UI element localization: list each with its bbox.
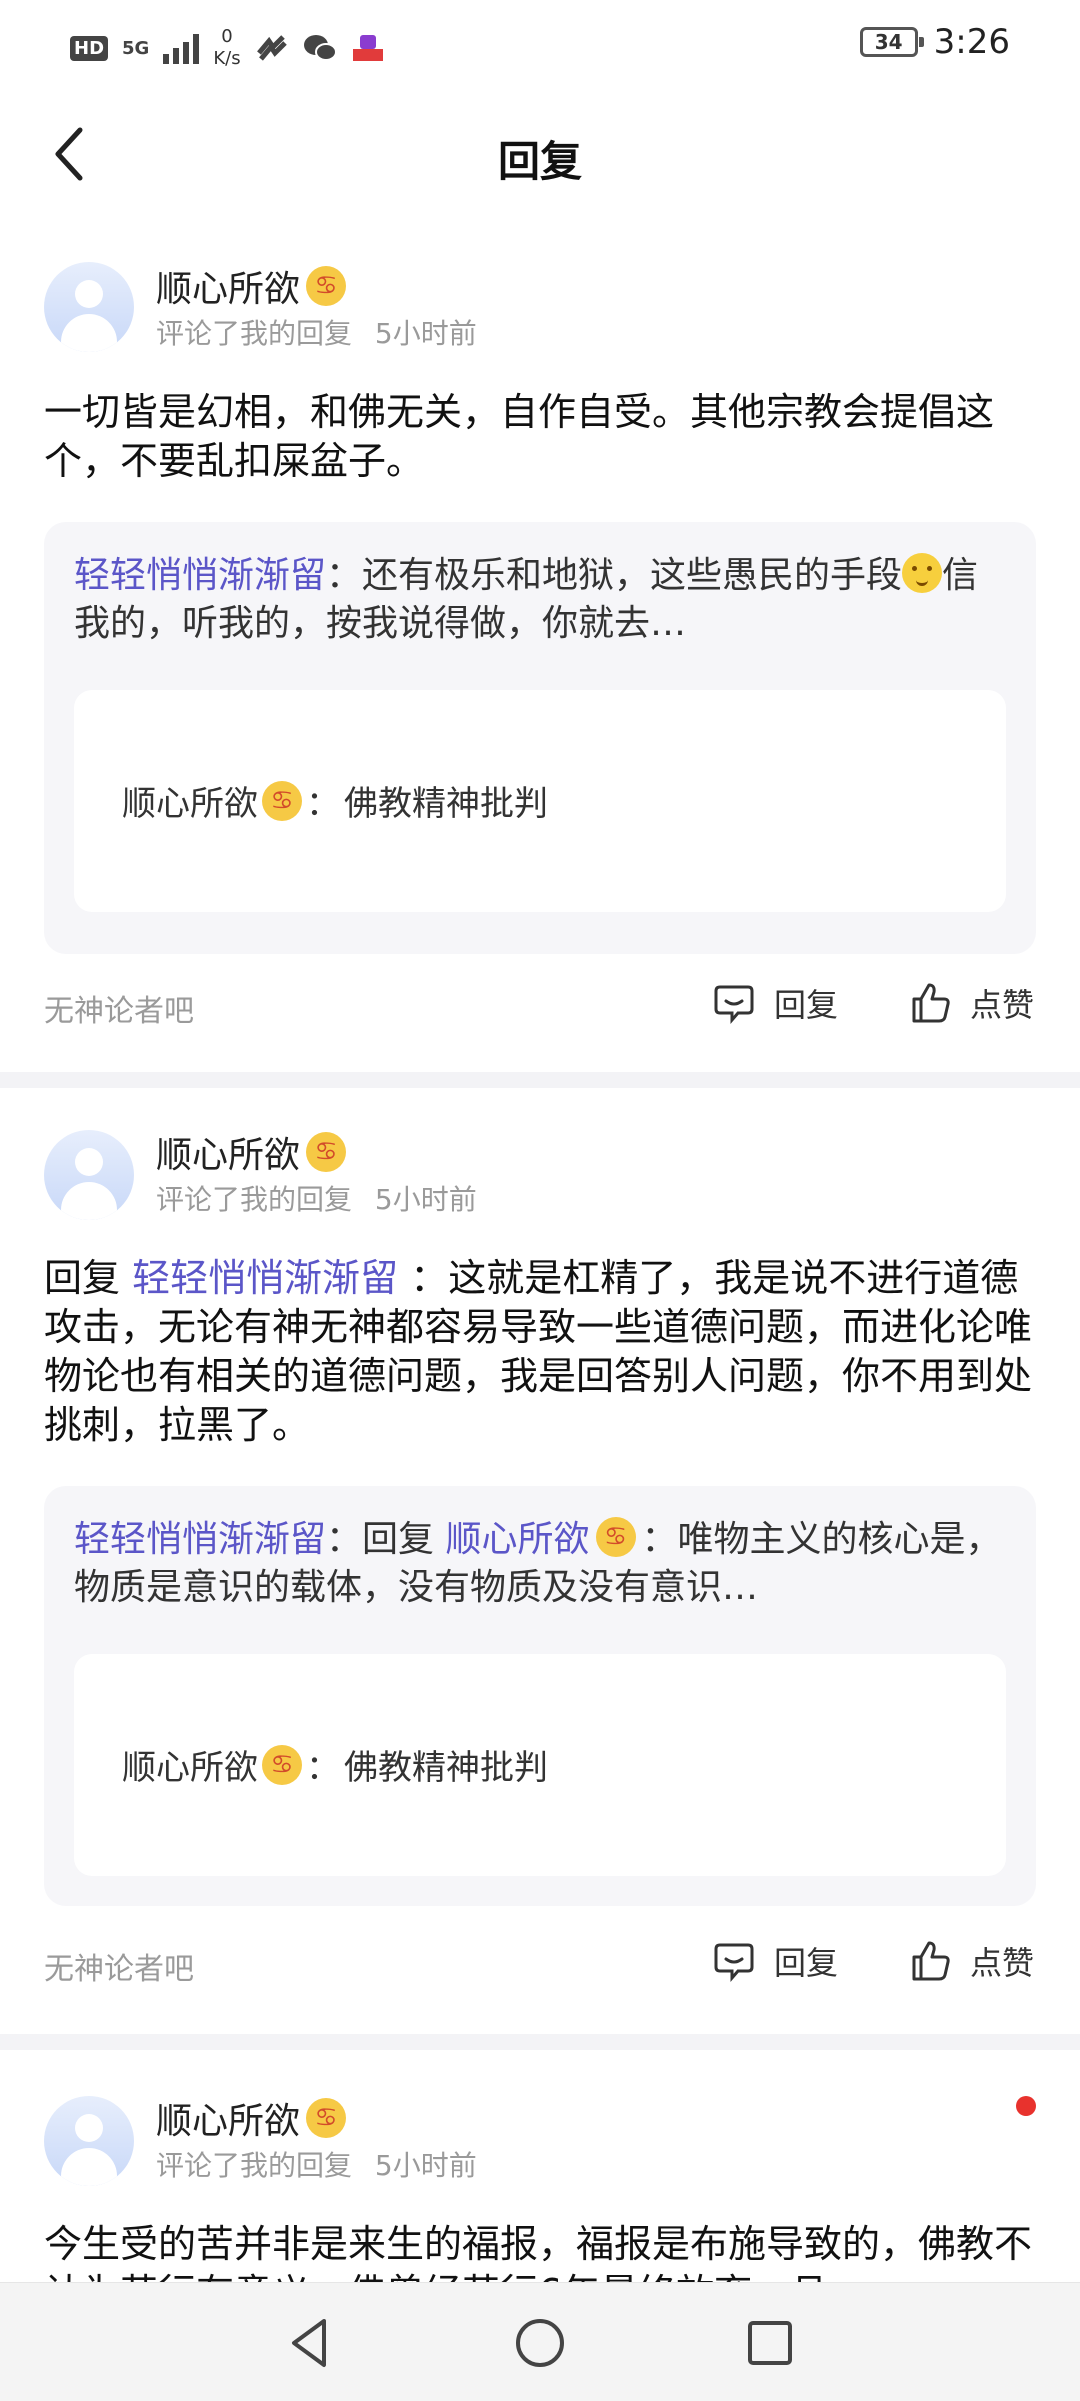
signal-icon [163,32,200,64]
page-title: 回复 [497,137,582,186]
quote-reply-prefix: 回复 [362,1519,435,1560]
network-speed: 0 K/s [213,26,240,70]
username-text: 顺心所欲 [156,2101,301,2142]
like-button[interactable]: 点赞 [908,980,1034,1026]
original-author: 顺心所欲 [122,1748,258,1788]
original-title: 佛教精神批判 [344,1748,548,1788]
original-separator: ： [306,1748,340,1788]
username[interactable]: 顺心所欲 [156,2092,347,2144]
original-title: 佛教精神批判 [344,784,548,824]
original-post[interactable]: 顺心所欲 ：佛教精神批判 [74,690,1006,912]
original-post-text: 顺心所欲 ：佛教精神批判 [122,1740,548,1789]
reply-meta: 评论了我的回复 5小时前 [156,312,477,352]
thumbs-up-icon [912,983,950,1023]
status-right: 34 3:26 [859,22,1010,62]
original-separator: ： [306,784,340,824]
original-post[interactable]: 顺心所欲 ：佛教精神批判 [74,1654,1006,1876]
reply-button[interactable]: 回复 [712,980,838,1026]
comment-icon [714,1943,754,1983]
network-label: 5G [122,37,150,59]
username[interactable]: 顺心所欲 [156,260,347,312]
back-triangle-icon[interactable] [280,2313,340,2373]
reply-content[interactable]: 今生受的苦并非是来生的福报，福报是布施导致的，佛教不认为苦行有意义，佛曾经苦行6… [44,2220,1034,2282]
avatar[interactable] [44,262,134,352]
battery-icon: 34 [859,27,924,57]
quote-separator: ： [326,555,363,596]
action-text: 评论了我的回复 [156,317,353,350]
like-button[interactable]: 点赞 [908,1938,1034,1984]
original-author: 顺心所欲 [122,784,258,824]
avatar[interactable] [44,2096,134,2186]
reply-button[interactable]: 回复 [712,1938,838,1984]
reply-prefix: 回复 [44,1256,121,1300]
cancer-zodiac-icon [306,2098,347,2138]
thumbs-up-icon [912,1941,950,1981]
avatar[interactable] [44,1130,134,1220]
quote-text: 轻轻悄悄渐渐留：还有极乐和地狱，这些愚民的手段 信我的，听我的，按我说得做，你就去… [74,552,1004,648]
quote-author-link[interactable]: 轻轻悄悄渐渐留 [74,555,326,596]
app-notification-icon [256,35,287,61]
reply-content[interactable]: 一切皆是幻相，和佛无关，自作自受。其他宗教会提倡这个，不要乱扣屎盆子。 [44,388,1034,486]
thinking-emoji-icon [902,553,943,593]
reply-card-2[interactable]: 顺心所欲 评论了我的回复 5小时前 回复 轻轻悄悄渐渐留 ：这就是杠精了，我是说… [0,1088,1080,2034]
cancer-zodiac-icon [595,1517,636,1557]
reply-meta: 评论了我的回复 5小时前 [156,1178,477,1218]
status-left: HD 5G 0 K/s [70,26,385,70]
like-label: 点赞 [970,1944,1035,1982]
forum-name[interactable]: 无神论者吧 [44,1944,194,1988]
top-bar: 回复 [0,96,1080,212]
quote-text-part-1: 还有极乐和地狱，这些愚民的手段 [362,555,903,596]
reply-label: 回复 [774,986,839,1024]
reply-label: 回复 [774,1944,839,1982]
username-text: 顺心所欲 [156,269,301,310]
app-icon [352,35,383,61]
unread-dot [1016,2096,1036,2116]
cancer-zodiac-icon [306,266,347,306]
hd-badge: HD [70,35,109,61]
reply-card-3[interactable]: 顺心所欲 评论了我的回复 5小时前 今生受的苦并非是来生的福报，福报是布施导致的… [0,2050,1080,2282]
original-post-text: 顺心所欲 ：佛教精神批判 [122,776,548,825]
home-circle-icon[interactable] [510,2313,570,2373]
speed-unit: K/s [213,48,241,69]
timestamp: 5小时前 [374,1183,477,1216]
action-text: 评论了我的回复 [156,1183,353,1216]
quote-reply-target-link[interactable]: 顺心所欲 [446,1519,590,1560]
system-nav-bar [0,2282,1080,2401]
quote-author-link[interactable]: 轻轻悄悄渐渐留 [74,1519,326,1560]
username-text: 顺心所欲 [156,1135,301,1176]
reply-meta: 评论了我的回复 5小时前 [156,2144,477,2184]
status-bar: HD 5G 0 K/s 34 3:26 [0,0,1080,96]
reply-content[interactable]: 回复 轻轻悄悄渐渐留 ：这就是杠精了，我是说不进行道德攻击，无论有神无神都容易导… [44,1254,1034,1450]
action-text: 评论了我的回复 [156,2149,353,2182]
comment-icon [714,985,754,1025]
timestamp: 5小时前 [374,317,477,350]
card-divider [0,2034,1080,2050]
quote-text: 轻轻悄悄渐渐留：回复 顺心所欲：唯物主义的核心是，物质是意识的载体，没有物质及没… [74,1516,1004,1612]
cancer-zodiac-icon [306,1132,347,1172]
forum-name[interactable]: 无神论者吧 [44,986,194,1030]
recents-square-icon[interactable] [740,2313,800,2373]
quote-separator: ： [326,1519,363,1560]
quoted-reply[interactable]: 轻轻悄悄渐渐留：回复 顺心所欲：唯物主义的核心是，物质是意识的载体，没有物质及没… [44,1486,1036,1906]
username[interactable]: 顺心所欲 [156,1126,347,1178]
reply-card-1[interactable]: 顺心所欲 评论了我的回复 5小时前 一切皆是幻相，和佛无关，自作自受。其他宗教会… [0,212,1080,1072]
reply-target-link[interactable]: 轻轻悄悄渐渐留 [132,1256,398,1300]
cancer-zodiac-icon [262,780,302,821]
card-divider [0,1072,1080,1088]
speed-value: 0 [221,26,233,47]
like-label: 点赞 [970,986,1035,1024]
clock: 3:26 [933,22,1010,62]
cancer-zodiac-icon [262,1744,302,1785]
quoted-reply[interactable]: 轻轻悄悄渐渐留：还有极乐和地狱，这些愚民的手段 信我的，听我的，按我说得做，你就去… [44,522,1036,954]
timestamp: 5小时前 [374,2149,477,2182]
wechat-icon [303,35,337,61]
